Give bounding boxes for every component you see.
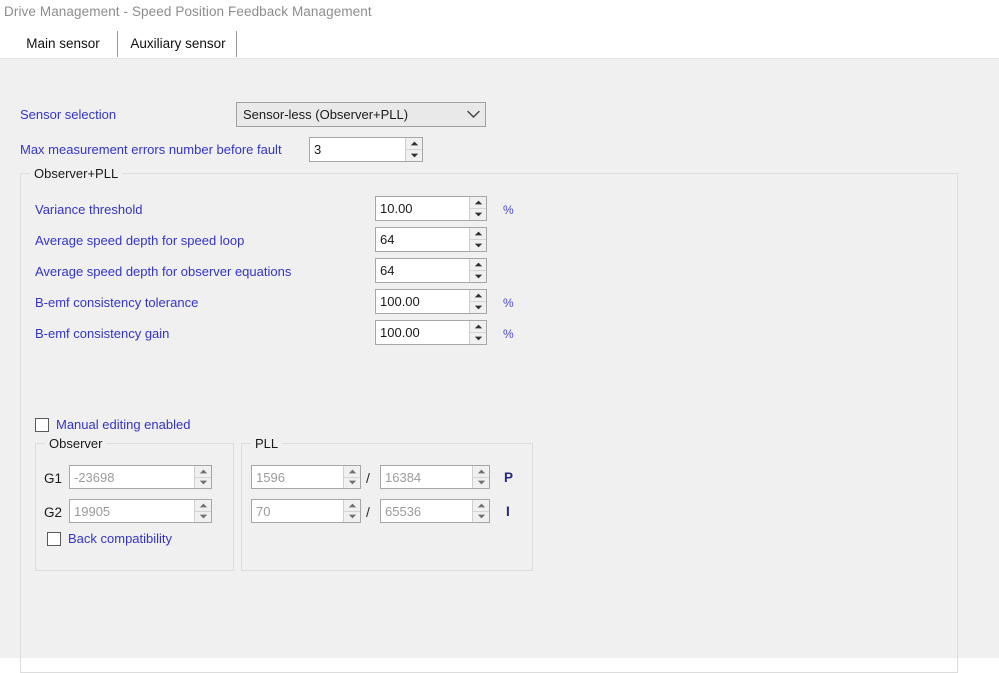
variance-threshold-spinner[interactable]: 10.00 xyxy=(375,196,487,221)
avg-speed-depth-observer-spinner[interactable]: 64 xyxy=(375,258,487,283)
pll-p-numerator-value: 1596 xyxy=(256,469,285,485)
observer-pll-groupbox: Observer+PLL Variance threshold 10.00 % … xyxy=(20,166,958,673)
bemf-consistency-gain-label: B-emf consistency gain xyxy=(35,326,170,341)
variance-threshold-unit: % xyxy=(503,203,514,217)
pll-p-denominator-spinner[interactable]: 16384 xyxy=(380,465,490,489)
spinner-down-icon[interactable] xyxy=(406,150,422,161)
bemf-consistency-tolerance-label: B-emf consistency tolerance xyxy=(35,295,199,310)
pll-i-numerator-value: 70 xyxy=(256,503,271,519)
back-compatibility-checkbox[interactable]: Back compatibility xyxy=(47,531,172,546)
spinner-up-icon[interactable] xyxy=(470,290,486,302)
sensor-selection-value: Sensor-less (Observer+PLL) xyxy=(243,107,409,122)
pll-p-suffix-label: P xyxy=(504,470,514,485)
pll-p-separator: / xyxy=(366,470,370,486)
pll-i-denominator-spinner[interactable]: 65536 xyxy=(380,499,490,523)
spinner-down-icon[interactable] xyxy=(470,271,486,282)
spinner-up-icon[interactable] xyxy=(470,228,486,240)
variance-threshold-label: Variance threshold xyxy=(35,202,143,217)
bemf-consistency-gain-stepper[interactable] xyxy=(469,321,486,344)
avg-speed-depth-speed-loop-label: Average speed depth for speed loop xyxy=(35,233,245,248)
spinner-up-icon[interactable] xyxy=(344,466,360,478)
spinner-up-icon[interactable] xyxy=(470,259,486,271)
bemf-consistency-gain-value: 100.00 xyxy=(380,325,420,340)
observer-g1-stepper[interactable] xyxy=(194,466,211,488)
observer-g1-label: G1 xyxy=(44,471,63,486)
pll-i-denominator-stepper[interactable] xyxy=(472,500,489,522)
variance-threshold-value: 10.00 xyxy=(380,201,413,216)
tab-auxiliary-sensor-label: Auxiliary sensor xyxy=(130,36,226,51)
spinner-down-icon[interactable] xyxy=(470,209,486,220)
tab-strip: Main sensor Auxiliary sensor xyxy=(0,31,999,58)
spinner-up-icon[interactable] xyxy=(344,500,360,512)
observer-g2-spinner[interactable]: 19905 xyxy=(69,499,212,523)
bemf-consistency-tolerance-unit: % xyxy=(503,296,514,310)
spinner-down-icon[interactable] xyxy=(473,477,489,488)
pll-i-separator: / xyxy=(366,504,370,520)
spinner-up-icon[interactable] xyxy=(195,500,211,512)
pll-i-numerator-stepper[interactable] xyxy=(343,500,360,522)
pll-p-denominator-stepper[interactable] xyxy=(472,466,489,488)
sensor-selection-dropdown[interactable]: Sensor-less (Observer+PLL) xyxy=(236,102,486,127)
pll-p-numerator-spinner[interactable]: 1596 xyxy=(251,465,361,489)
spinner-down-icon[interactable] xyxy=(195,511,211,522)
tab-main-sensor-label: Main sensor xyxy=(26,36,100,51)
observer-g1-value: -23698 xyxy=(74,469,115,485)
max-measurement-errors-value: 3 xyxy=(314,142,322,157)
spinner-up-icon[interactable] xyxy=(470,321,486,333)
bemf-consistency-tolerance-spinner[interactable]: 100.00 xyxy=(375,289,487,314)
bemf-consistency-tolerance-stepper[interactable] xyxy=(469,290,486,313)
observer-subgroupbox-title: Observer xyxy=(45,436,107,451)
tab-content-panel: Sensor selection Sensor-less (Observer+P… xyxy=(0,58,999,673)
tab-auxiliary-sensor[interactable]: Auxiliary sensor xyxy=(120,31,237,57)
spinner-down-icon[interactable] xyxy=(195,477,211,488)
chevron-down-icon xyxy=(461,103,485,126)
observer-g2-label: G2 xyxy=(44,505,63,520)
manual-editing-enabled-checkbox[interactable]: Manual editing enabled xyxy=(35,417,190,432)
pll-p-numerator-stepper[interactable] xyxy=(343,466,360,488)
avg-speed-depth-observer-stepper[interactable] xyxy=(469,259,486,282)
observer-g2-stepper[interactable] xyxy=(194,500,211,522)
checkbox-icon[interactable] xyxy=(47,531,61,546)
spinner-up-icon[interactable] xyxy=(195,466,211,478)
max-measurement-errors-spinner[interactable]: 3 xyxy=(309,137,423,162)
max-measurement-errors-stepper[interactable] xyxy=(405,138,422,161)
sensor-selection-label: Sensor selection xyxy=(20,107,117,122)
spinner-down-icon[interactable] xyxy=(470,240,486,251)
bemf-consistency-tolerance-value: 100.00 xyxy=(380,294,420,309)
spinner-down-icon[interactable] xyxy=(470,302,486,313)
pll-subgroupbox: PLL 1596 / 16384 P 70 / 65536 I xyxy=(241,436,533,571)
avg-speed-depth-observer-label: Average speed depth for observer equatio… xyxy=(35,264,292,279)
bemf-consistency-gain-unit: % xyxy=(503,327,514,341)
observer-g2-value: 19905 xyxy=(74,503,111,519)
observer-pll-groupbox-title: Observer+PLL xyxy=(30,166,123,181)
spinner-up-icon[interactable] xyxy=(473,466,489,478)
checkbox-icon[interactable] xyxy=(35,417,49,432)
spinner-up-icon[interactable] xyxy=(470,197,486,209)
avg-speed-depth-speed-loop-stepper[interactable] xyxy=(469,228,486,251)
spinner-down-icon[interactable] xyxy=(344,511,360,522)
pll-i-denominator-value: 65536 xyxy=(385,503,422,519)
pll-i-numerator-spinner[interactable]: 70 xyxy=(251,499,361,523)
tab-main-sensor[interactable]: Main sensor xyxy=(8,31,118,57)
pll-i-suffix-label: I xyxy=(506,504,510,519)
pll-p-denominator-value: 16384 xyxy=(385,469,422,485)
spinner-up-icon[interactable] xyxy=(406,138,422,150)
avg-speed-depth-observer-value: 64 xyxy=(380,263,395,278)
observer-subgroupbox: Observer G1 -23698 G2 19905 Back compati… xyxy=(35,436,234,571)
max-measurement-errors-label: Max measurement errors number before fau… xyxy=(20,142,282,157)
variance-threshold-stepper[interactable] xyxy=(469,197,486,220)
bemf-consistency-gain-spinner[interactable]: 100.00 xyxy=(375,320,487,345)
spinner-down-icon[interactable] xyxy=(470,333,486,344)
spinner-down-icon[interactable] xyxy=(344,477,360,488)
pll-subgroupbox-title: PLL xyxy=(251,436,283,451)
spinner-up-icon[interactable] xyxy=(473,500,489,512)
back-compatibility-label: Back compatibility xyxy=(68,531,173,546)
window-title: Drive Management - Speed Position Feedba… xyxy=(4,4,372,19)
observer-g1-spinner[interactable]: -23698 xyxy=(69,465,212,489)
manual-editing-enabled-label: Manual editing enabled xyxy=(56,417,191,432)
avg-speed-depth-speed-loop-spinner[interactable]: 64 xyxy=(375,227,487,252)
spinner-down-icon[interactable] xyxy=(473,511,489,522)
avg-speed-depth-speed-loop-value: 64 xyxy=(380,232,395,247)
